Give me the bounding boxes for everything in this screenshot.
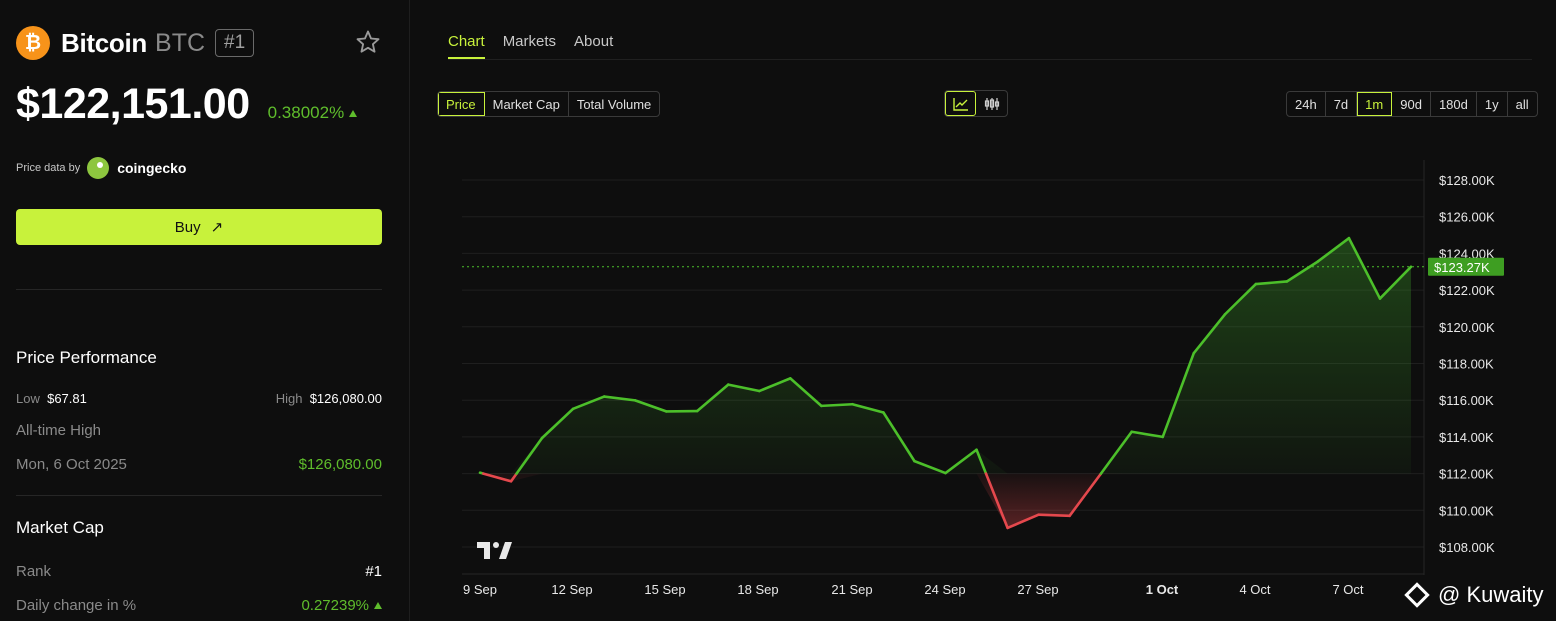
x-tick-label: 9 Sep (463, 582, 497, 597)
y-tick-label: $128.00K (1439, 173, 1495, 188)
candlestick-icon[interactable] (976, 91, 1007, 116)
daily-change: 0.27239% (301, 597, 382, 614)
metric-total-volume[interactable]: Total Volume (569, 92, 659, 116)
market-cap-title: Market Cap (16, 518, 104, 537)
x-tick-label: 18 Sep (737, 582, 778, 597)
x-tick-label: 21 Sep (831, 582, 872, 597)
range-24h[interactable]: 24h (1287, 92, 1326, 116)
x-tick-label: 12 Sep (551, 582, 592, 597)
price-line-segment (820, 402, 854, 408)
range-180d[interactable]: 180d (1431, 92, 1477, 116)
chart-type-selector (944, 90, 1008, 117)
tabs-divider (448, 59, 1532, 60)
price-data-attribution: Price data by coingecko (16, 157, 186, 179)
bitcoin-logo-icon: ₿ (16, 26, 50, 60)
metric-selector: Price Market Cap Total Volume (437, 91, 661, 117)
y-tick-label: $118.00K (1439, 357, 1494, 372)
y-tick-label: $108.00K (1439, 540, 1495, 555)
area-fill-above (480, 238, 1411, 474)
x-tick-label: 1 Oct (1146, 582, 1179, 597)
buy-button-label: Buy (174, 218, 201, 236)
price-data-label: Price data by (16, 162, 81, 174)
rank-row: Rank #1 (16, 563, 382, 580)
metric-price[interactable]: Price (438, 92, 485, 116)
price-chart[interactable]: $128.00K$126.00K$124.00K$122.00K$120.00K… (462, 150, 1556, 610)
arrow-up-right-icon: ↗ (210, 219, 224, 236)
divider (16, 495, 382, 496)
rank-value: #1 (365, 563, 382, 580)
current-price: $122,151.00 (16, 80, 250, 128)
watermark: @ Kuwaity (1404, 582, 1544, 608)
x-tick-label: 27 Sep (1017, 582, 1058, 597)
y-tick-label: $114.00K (1439, 430, 1494, 445)
price-data-provider[interactable]: coingecko (117, 160, 186, 176)
binance-logo-icon (1404, 582, 1430, 608)
watermark-text: @ Kuwaity (1438, 582, 1544, 607)
daily-change-row: Daily change in % 0.27239% (16, 597, 382, 614)
range-all[interactable]: all (1508, 92, 1537, 116)
high-value: $126,080.00 (309, 391, 382, 406)
y-tick-label: $112.00K (1439, 467, 1494, 482)
x-tick-label: 15 Sep (644, 582, 685, 597)
y-tick-label: $122.00K (1439, 283, 1495, 298)
daily-change-label: Daily change in % (16, 597, 137, 614)
tradingview-logo-icon (477, 542, 512, 559)
daily-change-value: 0.27239% (301, 597, 369, 614)
price-change-value: 0.38002% (267, 103, 345, 122)
x-tick-label: 24 Sep (924, 582, 965, 597)
area-fill-below (480, 473, 1411, 528)
coin-header: ₿ Bitcoin BTC #1 (16, 26, 382, 60)
metric-market-cap[interactable]: Market Cap (485, 92, 569, 116)
triangle-up-icon (374, 602, 382, 609)
rank-label: Rank (16, 563, 52, 580)
buy-button[interactable]: Buy ↗ (16, 209, 382, 245)
ath-date: Mon, 6 Oct 2025 (16, 456, 127, 473)
range-selector: 24h 7d 1m 90d 180d 1y all (1286, 91, 1538, 117)
low-label: Low (16, 391, 40, 406)
line-chart-icon[interactable] (945, 91, 976, 116)
main-tabs: Chart Markets About (448, 33, 631, 59)
ath-row: Mon, 6 Oct 2025 $126,080.00 (16, 456, 382, 473)
price-row: $122,151.00 0.38002% (16, 80, 358, 129)
x-tick-label: 7 Oct (1332, 582, 1363, 597)
price-line-segment (1037, 513, 1071, 518)
rank-badge: #1 (215, 29, 255, 57)
low-value: $67.81 (47, 391, 87, 406)
ath-value: $126,080.00 (298, 456, 382, 473)
coin-info-panel: ₿ Bitcoin BTC #1 $122,151.00 0.38002% Pr… (0, 0, 410, 621)
range-1m[interactable]: 1m (1357, 92, 1393, 116)
low-high-row: Low $67.81 High $126,080.00 (16, 391, 382, 406)
y-tick-label: $126.00K (1439, 210, 1495, 225)
range-7d[interactable]: 7d (1326, 92, 1358, 116)
range-1y[interactable]: 1y (1477, 92, 1508, 116)
y-tick-label: $120.00K (1439, 320, 1495, 335)
divider (16, 289, 382, 290)
tab-about[interactable]: About (574, 33, 613, 59)
coingecko-logo-icon (87, 157, 110, 179)
tab-markets[interactable]: Markets (503, 33, 556, 59)
price-performance-title: Price Performance (16, 348, 157, 367)
ath-label: All-time High (16, 422, 102, 439)
y-tick-label: $116.00K (1439, 393, 1494, 408)
y-tick-label: $110.00K (1439, 503, 1494, 518)
high-label: High (275, 391, 303, 406)
star-icon[interactable] (354, 28, 382, 56)
ath-label-row: All-time High (16, 422, 382, 439)
current-price-label: $123.27K (1434, 260, 1490, 275)
triangle-up-icon (349, 110, 358, 117)
range-90d[interactable]: 90d (1392, 92, 1431, 116)
tab-chart[interactable]: Chart (448, 33, 485, 59)
price-change: 0.38002% (268, 103, 358, 123)
coin-name: Bitcoin (61, 27, 148, 58)
coin-symbol: BTC (155, 28, 206, 57)
x-tick-label: 4 Oct (1239, 582, 1270, 597)
